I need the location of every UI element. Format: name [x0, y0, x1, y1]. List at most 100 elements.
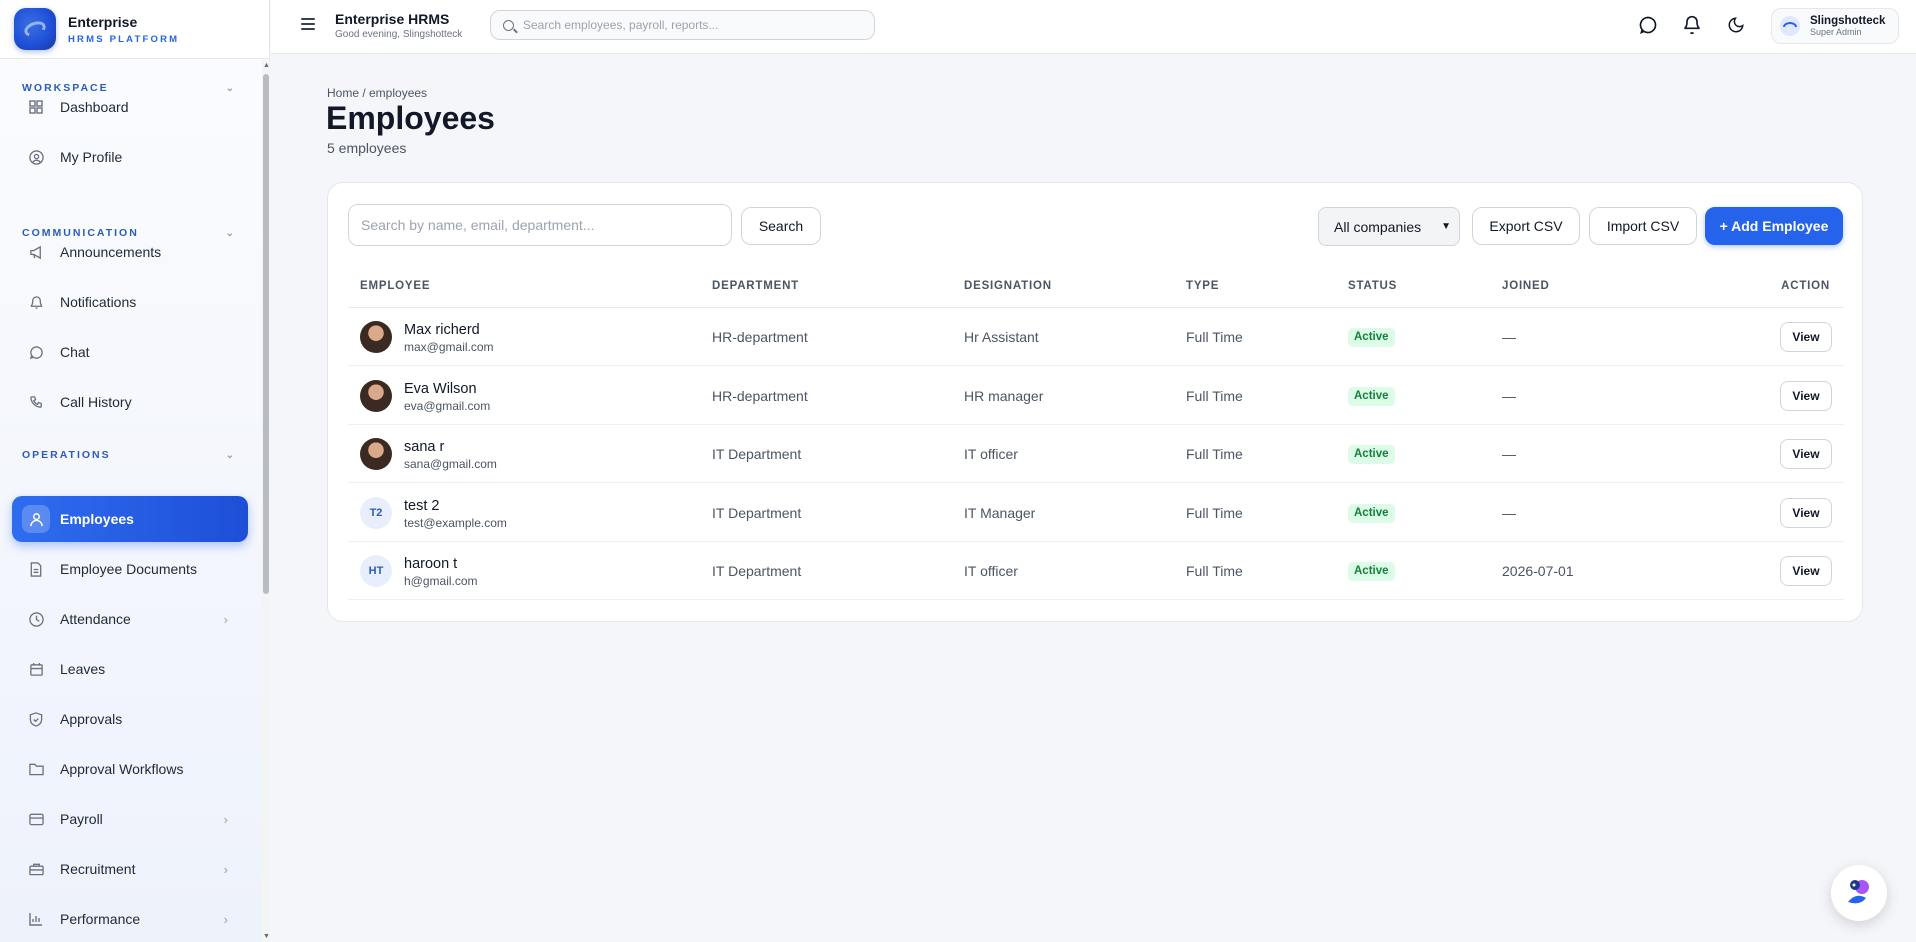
status-badge: Active — [1348, 445, 1395, 465]
status-badge: Active — [1348, 503, 1395, 523]
megaphone-icon — [28, 244, 44, 260]
sidebar-item-approval-workflows[interactable]: Approval Workflows — [12, 746, 248, 792]
sidebar-item-recruitment[interactable]: Recruitment › — [12, 846, 248, 892]
designation-cell: IT Manager — [964, 504, 1036, 521]
view-button[interactable]: View — [1780, 380, 1832, 411]
employee-email: max@gmail.com — [404, 340, 494, 354]
employee-name: Eva Wilson — [404, 380, 477, 397]
sidebar-item-label: Call History — [60, 394, 132, 410]
scroll-down-icon[interactable]: ▼ — [263, 933, 270, 940]
column-header-department: DEPARTMENT — [712, 280, 800, 292]
sidebar-item-chat[interactable]: Chat — [12, 329, 248, 375]
user-name: Slingshotteck — [1810, 15, 1886, 27]
view-button[interactable]: View — [1780, 556, 1832, 587]
user-circle-icon — [28, 149, 44, 165]
search-icon — [503, 19, 514, 31]
clock-icon — [28, 611, 44, 627]
joined-cell: — — [1502, 504, 1516, 521]
department-cell: HR-department — [712, 387, 808, 404]
employee-email: test@example.com — [404, 515, 507, 530]
bell-icon[interactable] — [1681, 14, 1703, 36]
calendar-icon — [28, 661, 44, 677]
sidebar-item-performance[interactable]: Performance › — [12, 896, 248, 942]
user-menu[interactable]: Slingshotteck Super Admin — [1771, 8, 1899, 44]
employee-search-input[interactable]: Search by name, email, department... — [348, 204, 732, 246]
add-employee-button[interactable]: + Add Employee — [1705, 207, 1843, 245]
sidebar-item-dashboard[interactable]: Dashboard — [12, 84, 248, 130]
table-row[interactable]: sana r sana@gmail.com IT Department IT offi… — [348, 425, 1844, 484]
type-cell: Full Time — [1186, 387, 1243, 404]
column-header-action: ACTION — [1781, 280, 1830, 292]
sidebar-scrollbar[interactable]: ▲ ▼ — [262, 60, 270, 942]
view-button[interactable]: View — [1780, 497, 1832, 528]
import-csv-button[interactable]: Import CSV — [1589, 207, 1697, 245]
assistant-fab-button[interactable] — [1831, 865, 1887, 921]
joined-cell: 2026-07-01 — [1502, 563, 1574, 580]
sidebar: Enterprise HRMS PLATFORM WORKSPACE ⌄ COMMU… — [0, 0, 270, 942]
chevron-down-icon: ⌄ — [225, 449, 234, 461]
assistant-logo-icon — [1848, 880, 1869, 904]
employee-email: sana@gmail.com — [404, 457, 497, 472]
chat-icon[interactable] — [1637, 14, 1659, 36]
column-header-type: TYPE — [1186, 280, 1220, 292]
menu-toggle-icon[interactable] — [301, 18, 315, 30]
department-cell: IT Department — [712, 446, 802, 463]
sidebar-item-employees[interactable]: Employees — [12, 496, 248, 542]
sidebar-item-announcements[interactable]: Announcements — [12, 229, 248, 275]
employee-email: h@gmail.com — [404, 574, 478, 589]
sidebar-item-label: Employees — [60, 511, 134, 527]
brand-name: Enterprise — [68, 13, 138, 30]
sidebar-item-attendance[interactable]: Attendance › — [12, 596, 248, 642]
chat-icon — [28, 344, 44, 360]
employee-avatar: HT — [360, 555, 392, 588]
sidebar-item-call-history[interactable]: Call History — [12, 379, 248, 425]
chevron-right-icon: › — [223, 611, 228, 627]
sidebar-item-label: Recruitment — [60, 861, 136, 877]
scrollbar-thumb[interactable] — [263, 74, 269, 594]
global-search-input[interactable]: Search employees, payroll, reports... — [490, 10, 875, 40]
status-badge: Active — [1348, 328, 1395, 347]
breadcrumb: Home / employees — [327, 86, 428, 100]
sidebar-item-approvals[interactable]: Approvals — [12, 696, 248, 742]
table-row[interactable]: Max richerd max@gmail.com HR-department Hr … — [348, 308, 1844, 366]
table-row[interactable]: HT haroon t h@gmail.com IT Department IT off… — [348, 542, 1844, 601]
company-filter-select[interactable]: All companies ▼ — [1318, 207, 1460, 246]
employee-name: haroon t — [404, 556, 458, 573]
bar-chart-icon — [28, 911, 44, 927]
column-header-status: STATUS — [1348, 280, 1398, 292]
chevron-right-icon: › — [223, 861, 228, 877]
sidebar-item-leaves[interactable]: Leaves — [12, 646, 248, 692]
employee-avatar — [360, 379, 392, 412]
users-icon — [22, 505, 50, 533]
table-row[interactable]: Eva Wilson eva@gmail.com HR-department HR m… — [348, 367, 1844, 425]
document-icon — [28, 561, 44, 577]
sidebar-item-label: My Profile — [60, 149, 123, 165]
view-button[interactable]: View — [1780, 439, 1832, 470]
employee-avatar: T2 — [360, 496, 392, 529]
sidebar-item-payroll[interactable]: Payroll › — [12, 796, 248, 842]
top-bar: Enterprise HRMS Good evening, Slingshott… — [271, 0, 1916, 54]
table-row[interactable]: T2 test 2 test@example.com IT Department IT … — [348, 484, 1844, 542]
type-cell: Full Time — [1186, 563, 1243, 580]
app-title: Enterprise HRMS — [335, 11, 450, 27]
section-header-operations[interactable]: OPERATIONS ⌄ — [22, 449, 234, 461]
company-filter-value: All companies — [1334, 218, 1422, 235]
brand[interactable]: Enterprise HRMS PLATFORM — [0, 0, 269, 59]
scroll-up-icon[interactable]: ▲ — [263, 62, 270, 69]
sidebar-item-label: Approval Workflows — [60, 761, 184, 777]
sidebar-item-label: Notifications — [60, 294, 137, 310]
view-button[interactable]: View — [1780, 322, 1832, 352]
avatar — [1780, 16, 1800, 36]
employee-email: eva@gmail.com — [404, 398, 491, 413]
sidebar-item-notifications[interactable]: Notifications — [12, 279, 248, 325]
sidebar-item-employee-documents[interactable]: Employee Documents — [12, 546, 248, 592]
column-header-designation: DESIGNATION — [964, 280, 1052, 292]
export-csv-button[interactable]: Export CSV — [1472, 207, 1580, 245]
type-cell: Full Time — [1186, 329, 1243, 345]
employees-card: Search by name, email, department... Sea… — [327, 182, 1863, 622]
designation-cell: HR manager — [964, 387, 1044, 404]
briefcase-icon — [28, 861, 44, 877]
search-button[interactable]: Search — [741, 207, 821, 245]
sidebar-item-my-profile[interactable]: My Profile — [12, 134, 248, 180]
dark-mode-icon[interactable] — [1725, 14, 1747, 36]
